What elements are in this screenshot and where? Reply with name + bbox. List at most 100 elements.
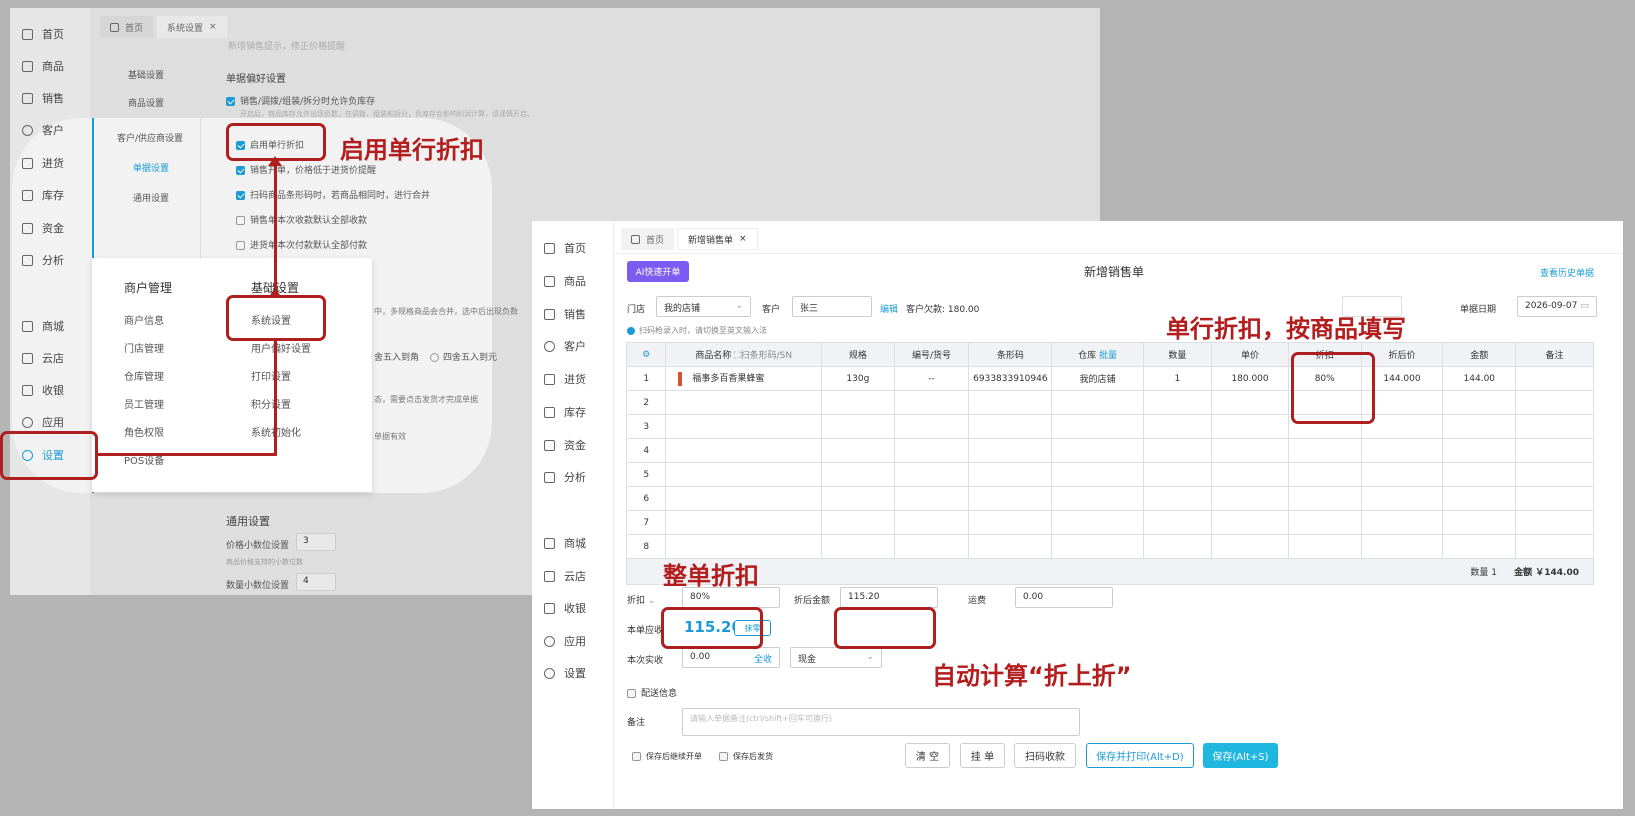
nav-inventory[interactable]: 库存	[22, 187, 64, 203]
menu-item-points[interactable]: 积分设置	[251, 396, 291, 411]
menu-item-staff[interactable]: 员工管理	[124, 396, 164, 411]
cell-price[interactable]: 180.000	[1211, 366, 1289, 391]
option-negative-stock[interactable]: 销售/调拨/组装/拆分时允许负库存	[226, 94, 375, 107]
nav-analysis[interactable]: 分析	[22, 252, 64, 268]
option-purchase-full-pay[interactable]: 进货单本次付款默认全部付款	[236, 238, 367, 251]
nav-goods[interactable]: 商品	[544, 273, 586, 289]
nav-cashier[interactable]: 收银	[22, 382, 64, 398]
checkbox[interactable]	[226, 97, 235, 106]
table-row[interactable]: 4	[625, 438, 1594, 463]
sub-item-document[interactable]: 单据设置	[133, 161, 169, 174]
checkbox[interactable]	[236, 241, 245, 250]
menu-item-warehouse[interactable]: 仓库管理	[124, 368, 164, 383]
nav-cloud-store[interactable]: 云店	[22, 350, 64, 366]
nav-mall[interactable]: 商城	[22, 318, 64, 334]
menu-item-store[interactable]: 门店管理	[124, 340, 164, 355]
chevron-down-icon: ⌄	[866, 652, 874, 662]
rounding-option-jiao[interactable]: 舍五入到角	[374, 350, 419, 363]
table-row[interactable]: 7	[625, 510, 1594, 535]
payment-method-select[interactable]: 现金 ⌄	[790, 647, 882, 668]
nav-funds[interactable]: 资金	[22, 220, 64, 236]
nav-sales[interactable]: 销售	[22, 90, 64, 106]
checkbox[interactable]	[236, 166, 245, 175]
tab-home[interactable]: 首页	[100, 16, 154, 38]
nav-apps[interactable]: 应用	[22, 414, 64, 430]
option-merge-barcode[interactable]: 扫码商品条形码时，若商品相同时，进行合并	[236, 188, 430, 201]
close-icon[interactable]: ×	[209, 22, 217, 32]
table-row[interactable]: 1 福事多百香果蜂蜜 130g -- 6933833910946 我的店铺 1 …	[625, 366, 1594, 391]
nav-home[interactable]: 首页	[544, 240, 586, 256]
radio[interactable]	[430, 353, 439, 362]
cell-warehouse[interactable]: 我的店铺	[1051, 366, 1144, 391]
checkbox[interactable]	[236, 191, 245, 200]
menu-item-merchant-info[interactable]: 商户信息	[124, 312, 164, 327]
store-select[interactable]: 我的店铺 ⌄	[656, 296, 751, 317]
history-link[interactable]: 查看历史单据	[1540, 266, 1594, 279]
qty-decimal-select[interactable]: 4	[296, 573, 336, 591]
table-row[interactable]: 8	[625, 534, 1594, 559]
nav-apps[interactable]: 应用	[544, 633, 586, 649]
save-print-button[interactable]: 保存并打印(Alt+D)	[1086, 743, 1194, 768]
cell-qty[interactable]: 1	[1142, 366, 1213, 391]
nav-settings[interactable]: 设置	[544, 665, 586, 681]
delivery-option[interactable]: 配送信息	[627, 686, 677, 699]
nav-purchase[interactable]: 进货	[544, 371, 586, 387]
table-row[interactable]: 3	[625, 414, 1594, 439]
note-label: 备注	[627, 718, 646, 728]
gear-icon[interactable]: ⚙	[642, 350, 650, 360]
checkbox[interactable]	[236, 216, 245, 225]
nav-mall[interactable]: 商城	[544, 535, 586, 551]
nav-inventory[interactable]: 库存	[544, 404, 586, 420]
checkbox[interactable]	[627, 689, 636, 698]
edit-customer-link[interactable]: 编辑	[880, 302, 898, 315]
settings-column-icon[interactable]: ⚙	[625, 342, 667, 367]
scan-pay-button[interactable]: 扫码收款	[1014, 743, 1076, 768]
nav-analysis[interactable]: 分析	[544, 469, 586, 485]
nav-funds[interactable]: 资金	[544, 437, 586, 453]
rounding-option-yuan[interactable]: 四舍五入到元	[430, 350, 497, 363]
nav-cloud-store[interactable]: 云店	[544, 568, 586, 584]
close-icon[interactable]: ×	[739, 234, 747, 244]
ship-after-save-option[interactable]: 保存后发货	[719, 751, 773, 762]
table-row[interactable]: 5	[625, 462, 1594, 487]
tab-home[interactable]: 首页	[621, 228, 675, 250]
option-sales-full-receive[interactable]: 销售单本次收款默认全部收款	[236, 213, 367, 226]
sub-item-goods[interactable]: 商品设置	[128, 96, 164, 109]
menu-item-roles[interactable]: 角色权限	[124, 424, 164, 439]
cell-remark[interactable]	[1515, 366, 1594, 391]
tab-system-settings[interactable]: 系统设置 ×	[157, 16, 227, 38]
nav-cashier[interactable]: 收银	[544, 600, 586, 616]
hold-order-button[interactable]: 挂 单	[960, 743, 1005, 768]
after-discount-input[interactable]: 115.20	[840, 587, 938, 608]
checkbox[interactable]	[719, 752, 728, 761]
batch-link[interactable]: 批量	[1099, 351, 1117, 361]
sub-item-general[interactable]: 通用设置	[133, 191, 169, 204]
date-input[interactable]: 2026-09-07 ▭	[1517, 296, 1597, 317]
cell-amount[interactable]: 144.00	[1442, 366, 1517, 391]
nav-customer[interactable]: 客户	[544, 338, 586, 354]
save-button[interactable]: 保存(Alt+S)	[1203, 743, 1278, 768]
cell-code: --	[893, 366, 970, 391]
clear-button[interactable]: 清 空	[905, 743, 950, 768]
paid-input[interactable]: 0.00 全收	[682, 647, 780, 668]
nav-customer[interactable]: 客户	[22, 122, 64, 138]
nav-goods[interactable]: 商品	[22, 58, 64, 74]
nav-purchase[interactable]: 进货	[22, 155, 64, 171]
price-decimal-select[interactable]: 3	[296, 533, 336, 551]
table-row[interactable]: 2	[625, 390, 1594, 415]
menu-item-print[interactable]: 打印设置	[251, 368, 291, 383]
table-row[interactable]: 6	[625, 486, 1594, 511]
customer-input[interactable]: 张三	[792, 296, 872, 317]
note-textarea[interactable]: 请输入单据备注(ctrl/shift+回车可换行)	[682, 708, 1080, 736]
receive-all-link[interactable]: 全收	[754, 652, 772, 665]
sub-item-basic[interactable]: 基础设置	[128, 68, 164, 81]
freight-input[interactable]: 0.00	[1015, 587, 1113, 608]
ai-quick-order-button[interactable]: AI快速开单	[627, 261, 689, 282]
continue-after-save-option[interactable]: 保存后继续开单	[632, 751, 702, 762]
checkbox[interactable]	[632, 752, 641, 761]
nav-home[interactable]: 首页	[22, 26, 64, 42]
menu-item-user-pref[interactable]: 用户偏好设置	[251, 340, 311, 355]
tab-new-sales-order[interactable]: 新增销售单 ×	[677, 228, 758, 250]
sub-item-customer-supplier[interactable]: 客户/供应商设置	[117, 131, 183, 144]
nav-sales[interactable]: 销售	[544, 306, 586, 322]
